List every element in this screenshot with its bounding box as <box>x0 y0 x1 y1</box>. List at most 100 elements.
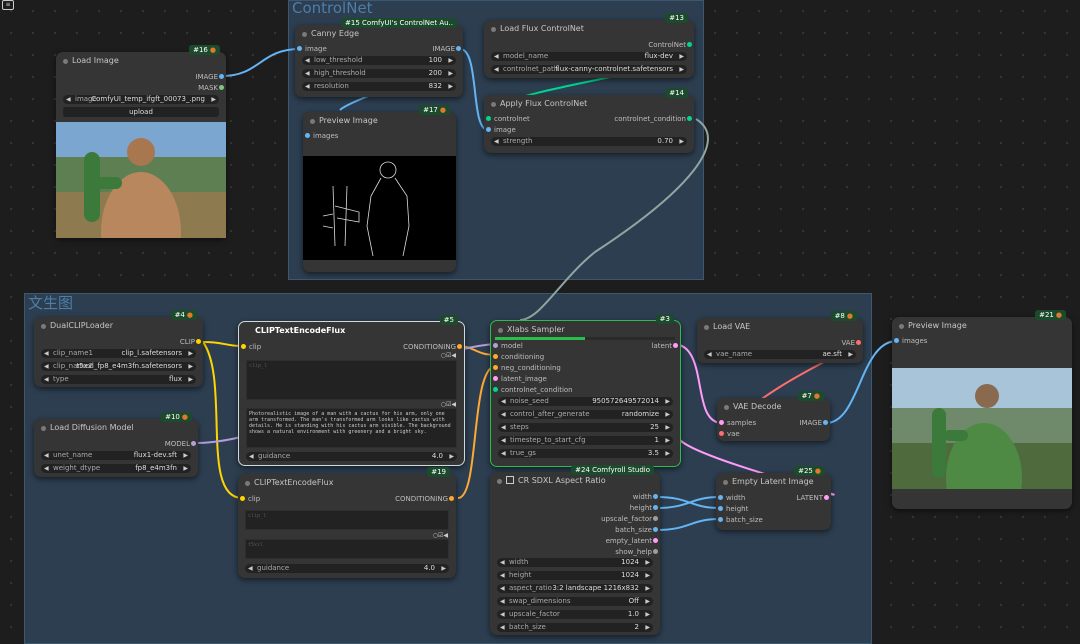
swap-dimensions-widget[interactable]: ◀ swap_dimensions Off ▶ <box>497 597 653 606</box>
menu-icon[interactable]: ≡ <box>2 0 14 10</box>
output-controlnet[interactable]: ControlNet <box>648 40 692 50</box>
socket-dot[interactable] <box>653 527 658 532</box>
input-controlnet-condition[interactable]: controlnet_condition <box>493 385 573 395</box>
socket-dot[interactable] <box>718 495 723 500</box>
socket-dot[interactable] <box>297 46 302 51</box>
input-clip[interactable]: clip <box>241 342 261 352</box>
low-threshold-widget[interactable]: ◀ low_threshold 100 ▶ <box>302 56 456 65</box>
node-title[interactable]: CLIPTextEncodeFlux <box>239 322 464 340</box>
width-widget[interactable]: ◀ width 1024 ▶ <box>497 558 653 567</box>
socket-dot[interactable] <box>486 127 491 132</box>
socket-dot[interactable] <box>457 344 462 349</box>
node-preview-image-canny[interactable]: #17 ● Preview Image images <box>303 105 456 272</box>
socket-dot[interactable] <box>305 133 310 138</box>
output-vae[interactable]: VAE <box>841 338 861 348</box>
node-dualcliploader[interactable]: #4 ● DualCLIPLoader CLIP ◀ clip_name1 clip_… <box>34 310 203 387</box>
vae-name-widget[interactable]: ◀ vae_name ae.sft ▶ <box>704 350 856 359</box>
node-title[interactable]: Apply Flux ControlNet <box>484 95 694 113</box>
input-width[interactable]: width <box>718 493 745 503</box>
socket-dot[interactable] <box>718 517 723 522</box>
socket-dot[interactable] <box>449 496 454 501</box>
output-batch-size[interactable]: batch_size <box>615 525 658 535</box>
node-load-flux-controlnet[interactable]: #13 Load Flux ControlNet ControlNet ◀ mod… <box>484 13 694 78</box>
socket-dot[interactable] <box>687 116 692 121</box>
output-clip[interactable]: CLIP <box>180 337 201 347</box>
input-conditioning[interactable]: conditioning <box>493 352 544 362</box>
strength-widget[interactable]: ◀ strength 0.70 ▶ <box>491 137 687 146</box>
node-cliptextencodeflux-positive[interactable]: #5 CLIPTextEncodeFlux clip CONDITIONING … <box>238 315 465 466</box>
node-load-vae[interactable]: #8 ● Load VAE VAE ◀ vae_name ae.sft ▶ <box>697 311 863 363</box>
node-title[interactable]: CLIPTextEncodeFlux <box>238 474 456 492</box>
input-vae[interactable]: vae <box>719 429 740 439</box>
clip-l-textarea[interactable]: clip_l <box>245 510 449 530</box>
noise-seed-widget[interactable]: ◀ noise_seed 950572649572014 ▶ <box>498 397 673 406</box>
node-apply-flux-controlnet[interactable]: #14 Apply Flux ControlNet controlnet con… <box>484 88 694 153</box>
socket-dot[interactable] <box>493 387 498 392</box>
t5xxl-textarea[interactable]: t5xxl <box>245 539 449 559</box>
node-cliptextencodeflux-negative[interactable]: #19 CLIPTextEncodeFlux clip CONDITIONING… <box>238 467 456 578</box>
guidance-widget[interactable]: ◀ guidance 4.0 ▶ <box>246 452 457 461</box>
steps-widget[interactable]: ◀ steps 25 ▶ <box>498 423 673 432</box>
resolution-widget[interactable]: ◀ resolution 832 ▶ <box>302 82 456 91</box>
socket-dot[interactable] <box>687 42 692 47</box>
output-image[interactable]: IMAGE <box>195 72 224 82</box>
socket-dot[interactable] <box>493 343 498 348</box>
input-latent-image[interactable]: latent_image <box>493 374 547 384</box>
output-upscale-factor[interactable]: upscale_factor <box>601 514 658 524</box>
socket-dot[interactable] <box>191 441 196 446</box>
input-height[interactable]: height <box>718 504 748 514</box>
socket-dot[interactable] <box>219 85 224 90</box>
node-vae-decode[interactable]: #7 ● VAE Decode samples IMAGE vae <box>717 391 830 441</box>
socket-dot[interactable] <box>718 506 723 511</box>
node-xlabs-sampler[interactable]: #3 Xlabs Sampler model latent conditioni… <box>490 314 681 467</box>
node-canny-edge[interactable]: #15 ComfyUI's ControlNet Au.. Canny Edge… <box>295 18 463 97</box>
height-widget[interactable]: ◀ height 1024 ▶ <box>497 571 653 580</box>
node-load-image[interactable]: #16 ● Load Image IMAGE MASK ◀ image ComfyUI… <box>56 45 226 238</box>
socket-dot[interactable] <box>486 116 491 121</box>
unet-name-widget[interactable]: ◀ unet_name flux1-dev.sft ▶ <box>41 451 191 460</box>
socket-dot[interactable] <box>824 495 829 500</box>
input-controlnet[interactable]: controlnet <box>486 114 530 124</box>
socket-dot[interactable] <box>456 46 461 51</box>
socket-dot[interactable] <box>241 344 246 349</box>
t5xxl-textarea[interactable]: Photorealistic image of a man with a cac… <box>246 408 457 448</box>
input-neg-conditioning[interactable]: neg_conditioning <box>493 363 561 373</box>
output-conditioning[interactable]: CONDITIONING <box>403 342 462 352</box>
aspect-ratio-widget[interactable]: ◀ aspect_ratio 3:2 landscape 1216x832 ▶ <box>497 584 653 593</box>
node-cr-sdxl-aspect-ratio[interactable]: #24 Comfyroll Studio CR SDXL Aspect Rati… <box>490 465 660 635</box>
batch-size-widget[interactable]: ◀ batch_size 2 ▶ <box>497 623 653 632</box>
input-image[interactable]: image <box>486 125 516 135</box>
clip-name2-widget[interactable]: ◀ clip_name2 t5xxl_fp8_e4m3fn.safetensors ▶ <box>41 362 196 371</box>
socket-dot[interactable] <box>856 340 861 345</box>
socket-dot[interactable] <box>653 538 658 543</box>
output-image[interactable]: IMAGE <box>799 418 828 428</box>
socket-dot[interactable] <box>653 494 658 499</box>
weight-dtype-widget[interactable]: ◀ weight_dtype fp8_e4m3fn ▶ <box>41 464 191 473</box>
clip-name1-widget[interactable]: ◀ clip_name1 clip_l.safetensors ▶ <box>41 349 196 358</box>
true-gs-widget[interactable]: ◀ true_gs 3.5 ▶ <box>498 449 673 458</box>
input-clip[interactable]: clip <box>240 494 260 504</box>
image-selector[interactable]: ◀ image ComfyUI_temp_ifgft_00073_.png ▶ <box>63 95 219 104</box>
input-images[interactable]: images <box>305 131 338 141</box>
output-latent[interactable]: latent <box>652 341 678 351</box>
socket-dot[interactable] <box>653 549 658 554</box>
model-name-widget[interactable]: ◀ model_name flux-dev ▶ <box>491 52 687 61</box>
input-image[interactable]: image <box>297 44 327 54</box>
socket-dot[interactable] <box>196 339 201 344</box>
clip-l-textarea[interactable]: clip_l <box>246 360 457 400</box>
node-title[interactable]: Load Flux ControlNet <box>484 20 694 38</box>
output-conditioning[interactable]: CONDITIONING <box>395 494 454 504</box>
node-empty-latent-image[interactable]: #25 ● Empty Latent Image width LATENT hei… <box>716 466 831 530</box>
upscale-factor-widget[interactable]: ◀ upscale_factor 1.0 ▶ <box>497 610 653 619</box>
socket-dot[interactable] <box>894 338 899 343</box>
checkbox-icon[interactable] <box>506 476 514 484</box>
output-empty-latent[interactable]: empty_latent <box>606 536 658 546</box>
input-samples[interactable]: samples <box>719 418 756 428</box>
type-widget[interactable]: ◀ type flux ▶ <box>41 375 196 384</box>
controlnet-path-widget[interactable]: ◀ controlnet_path flux-canny-controlnet.sa… <box>491 65 687 74</box>
socket-dot[interactable] <box>493 354 498 359</box>
socket-dot[interactable] <box>673 343 678 348</box>
input-model[interactable]: model <box>493 341 523 351</box>
output-width[interactable]: width <box>633 492 658 502</box>
timestep-to-start-cfg-widget[interactable]: ◀ timestep_to_start_cfg 1 ▶ <box>498 436 673 445</box>
